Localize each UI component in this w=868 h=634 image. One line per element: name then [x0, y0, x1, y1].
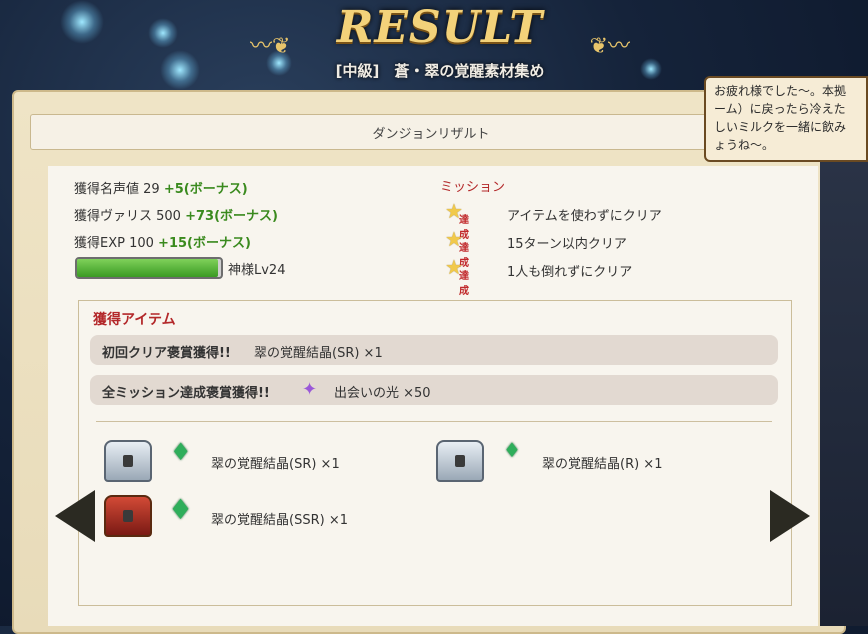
- result-title: RESULT: [336, 2, 544, 53]
- all-mission-reward-row: 全ミッション達成褒賞獲得!! ✦ 出会いの光 ×50: [90, 375, 778, 405]
- light-star-icon: ✦: [302, 379, 318, 400]
- fame-label: 獲得名声値 29: [74, 182, 160, 197]
- god-level: 神様Lv24: [228, 263, 286, 278]
- exp-stat: 獲得EXP 100 +15(ボーナス): [74, 232, 251, 251]
- result-title-banner: 〰❦ RESULT ❦〰: [250, 2, 630, 62]
- exp-progress-bar: [75, 257, 223, 279]
- bubble-line: ーム）に戻ったら冷えた: [714, 102, 846, 116]
- bubble-line: ょうね〜。: [714, 138, 775, 152]
- drop-item-name: 翠の覚醒結晶(R) ×1: [542, 457, 663, 472]
- vallis-bonus: +73(ボーナス): [185, 209, 278, 224]
- green-crystal-icon: ♦: [168, 493, 194, 526]
- lock-icon: [123, 510, 133, 522]
- bubble-line: お疲れ様でした〜。本拠: [714, 84, 847, 98]
- achieved-label: 達成: [459, 271, 469, 297]
- mission-text: 15ターン以内クリア: [507, 237, 627, 252]
- all-mission-item: 出会いの光 ×50: [334, 386, 431, 401]
- silver-chest-icon: [104, 440, 152, 482]
- fame-stat: 獲得名声値 29 +5(ボーナス): [74, 178, 248, 197]
- lock-icon: [123, 455, 133, 467]
- background-glow: [60, 0, 104, 44]
- red-chest-icon: [104, 495, 152, 537]
- background-glow: [640, 58, 662, 80]
- next-arrow-button[interactable]: [770, 490, 810, 542]
- mission-text: アイテムを使わずにクリア: [507, 209, 662, 224]
- vallis-stat: 獲得ヴァリス 500 +73(ボーナス): [74, 205, 278, 224]
- vallis-label: 獲得ヴァリス 500: [74, 209, 181, 224]
- drop-item-name: 翠の覚醒結晶(SSR) ×1: [211, 513, 348, 528]
- right-flourish-icon: ❦〰: [589, 34, 630, 59]
- lock-icon: [455, 455, 465, 467]
- items-divider: [96, 421, 772, 422]
- dungeon-subtitle: [中級] 蒼・翠の覚醒素材集め: [335, 62, 545, 80]
- first-clear-item: 翠の覚醒結晶(SR) ×1: [254, 346, 383, 361]
- items-heading: 獲得アイテム: [93, 312, 176, 328]
- character-portrait: [820, 160, 868, 626]
- fame-bonus: +5(ボーナス): [163, 182, 248, 197]
- silver-chest-icon: [436, 440, 484, 482]
- bubble-line: しいミルクを一緒に飲み: [714, 120, 847, 134]
- exp-bonus: +15(ボーナス): [158, 236, 251, 251]
- green-crystal-icon: ♦: [170, 438, 192, 466]
- previous-arrow-button[interactable]: [55, 490, 95, 542]
- background-glow: [160, 50, 200, 90]
- first-clear-reward-row: 初回クリア褒賞獲得!! 翠の覚醒結晶(SR) ×1: [90, 335, 778, 365]
- first-clear-label: 初回クリア褒賞獲得!!: [102, 346, 231, 361]
- exp-progress-fill: [77, 259, 219, 277]
- mission-text: 1人も倒れずにクリア: [507, 265, 633, 280]
- all-mission-label: 全ミッション達成褒賞獲得!!: [102, 386, 270, 401]
- green-crystal-icon: ♦: [503, 438, 521, 462]
- speech-bubble: お疲れ様でした〜。本拠 ーム）に戻ったら冷えた しいミルクを一緒に飲み ょうね〜…: [704, 76, 868, 162]
- drop-item-name: 翠の覚醒結晶(SR) ×1: [211, 457, 340, 472]
- mission-heading: ミッション: [440, 180, 506, 195]
- background-glow: [148, 18, 178, 48]
- exp-label: 獲得EXP 100: [74, 236, 154, 251]
